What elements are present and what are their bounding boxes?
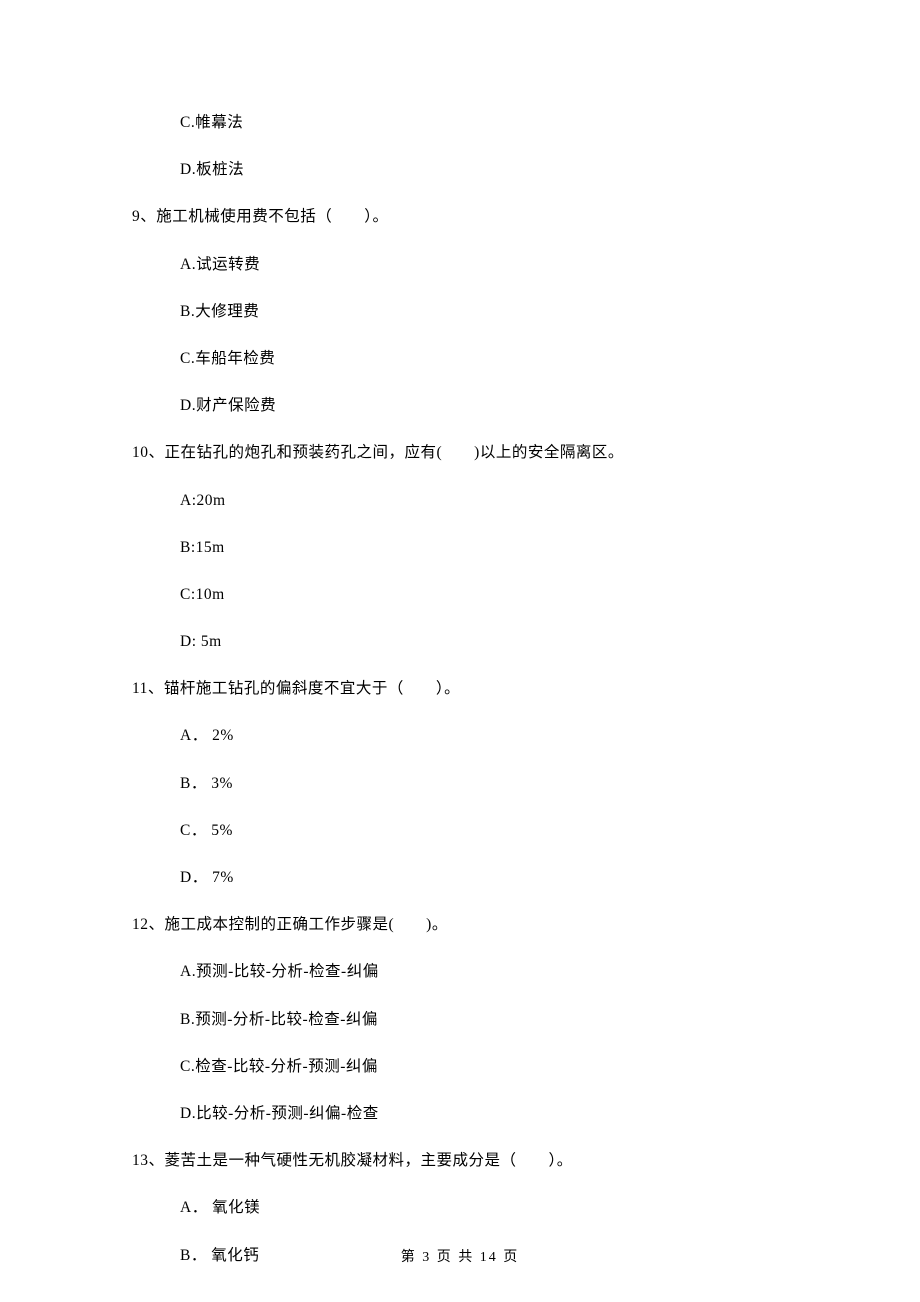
question-12-option-b: B.预测-分析-比较-检查-纠偏 <box>132 1009 800 1031</box>
question-11-option-b: B． 3% <box>132 773 800 795</box>
question-11-option-c: C． 5% <box>132 820 800 842</box>
prev-question-option-d: D.板桩法 <box>132 159 800 181</box>
question-10-option-a: A:20m <box>132 490 800 512</box>
question-10-option-d: D: 5m <box>132 631 800 653</box>
question-11-stem: 11、锚杆施工钻孔的偏斜度不宜大于（ ）。 <box>132 678 800 700</box>
question-10-option-b: B:15m <box>132 537 800 559</box>
question-12-option-c: C.检查-比较-分析-预测-纠偏 <box>132 1056 800 1078</box>
question-11-option-a: A． 2% <box>132 725 800 747</box>
question-10-option-c: C:10m <box>132 584 800 606</box>
question-12-stem: 12、施工成本控制的正确工作步骤是( )。 <box>132 914 800 936</box>
page-footer: 第 3 页 共 14 页 <box>0 1246 920 1266</box>
prev-question-option-c: C.帷幕法 <box>132 112 800 134</box>
question-12-option-a: A.预测-比较-分析-检查-纠偏 <box>132 961 800 983</box>
question-13-stem: 13、菱苦土是一种气硬性无机胶凝材料，主要成分是（ ）。 <box>132 1150 800 1172</box>
question-9-option-c: C.车船年检费 <box>132 348 800 370</box>
question-9-option-b: B.大修理费 <box>132 301 800 323</box>
question-13-option-a: A． 氧化镁 <box>132 1197 800 1219</box>
question-9-option-d: D.财产保险费 <box>132 395 800 417</box>
page: C.帷幕法 D.板桩法 9、施工机械使用费不包括（ ）。 A.试运转费 B.大修… <box>0 0 920 1302</box>
question-10-stem: 10、正在钻孔的炮孔和预装药孔之间，应有( )以上的安全隔离区。 <box>132 442 800 464</box>
question-11-option-d: D． 7% <box>132 867 800 889</box>
question-9-stem: 9、施工机械使用费不包括（ ）。 <box>132 206 800 228</box>
question-12-option-d: D.比较-分析-预测-纠偏-检查 <box>132 1103 800 1125</box>
question-9-option-a: A.试运转费 <box>132 254 800 276</box>
